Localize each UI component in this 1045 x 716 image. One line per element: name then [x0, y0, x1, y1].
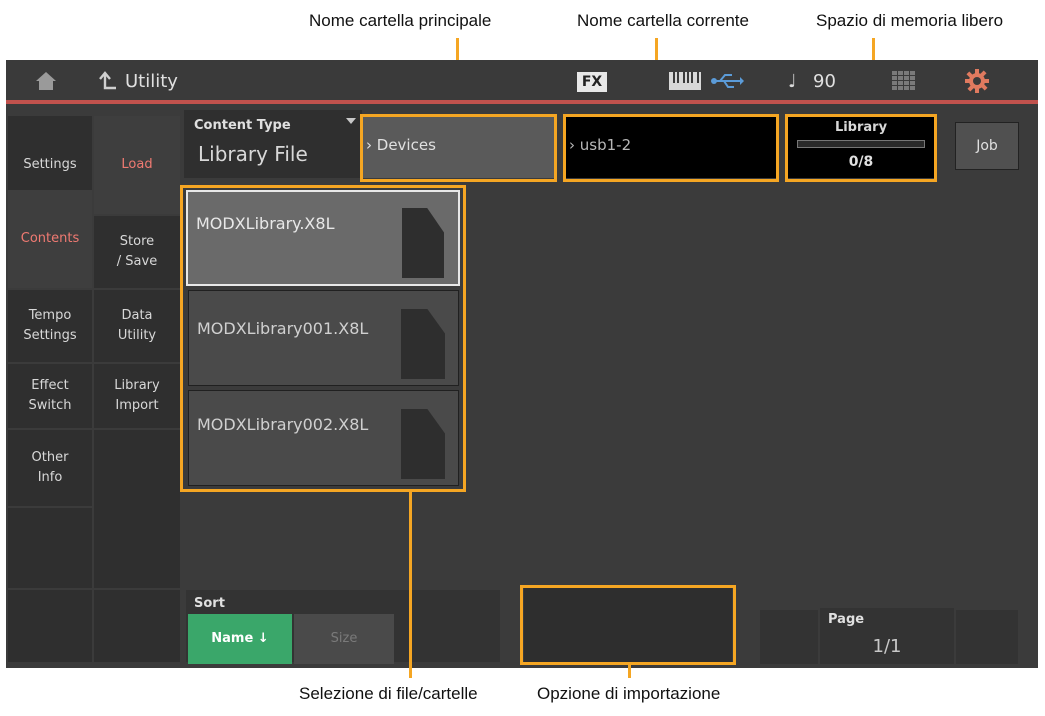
content-type-label: Content Type	[194, 118, 291, 133]
home-icon[interactable]	[34, 69, 58, 93]
note-icon: ♩	[788, 71, 797, 92]
nav-empty-1	[8, 508, 92, 588]
annotation-free-space: Spazio di memoria libero	[816, 11, 1004, 30]
tempo-value[interactable]: 90	[813, 71, 836, 92]
subnav-store-save[interactable]: Store / Save	[94, 216, 180, 288]
annotation-current-folder: Nome cartella corrente	[577, 11, 749, 30]
fx-icon[interactable]: FX	[577, 72, 607, 92]
leader-line	[409, 492, 412, 678]
subnav-empty-2	[94, 590, 180, 662]
leader-line	[628, 665, 631, 678]
annotation-import-option: Opzione di importazione	[537, 684, 721, 703]
keyboard-icon	[669, 72, 701, 90]
nav-other-info[interactable]: Other Info	[8, 430, 92, 506]
nav-contents[interactable]: Contents	[8, 190, 92, 288]
back-arrow-icon[interactable]	[96, 70, 118, 92]
sort-label: Sort	[194, 596, 225, 611]
nav-effect-switch[interactable]: Effect Switch	[8, 364, 92, 428]
nav-tempo-settings[interactable]: Tempo Settings	[8, 290, 92, 362]
page-indicator: Page 1/1	[820, 608, 954, 664]
highlight-free-space	[785, 114, 937, 182]
job-button[interactable]: Job	[955, 122, 1019, 170]
annotation-file-selection: Selezione di file/cartelle	[299, 684, 478, 703]
subnav-data-utility[interactable]: Data Utility	[94, 290, 180, 362]
highlight-current-folder	[563, 114, 779, 182]
subnav-empty-1	[94, 430, 180, 588]
highlight-parent-folder	[360, 114, 557, 182]
gear-icon[interactable]	[965, 69, 989, 93]
page-label: Page	[828, 612, 865, 627]
dropdown-triangle-icon	[346, 118, 356, 124]
subnav-library-import[interactable]: Library Import	[94, 364, 180, 428]
sort-name-button[interactable]: Name ↓	[188, 614, 292, 664]
grid-icon[interactable]	[892, 71, 916, 91]
usb-icon	[710, 72, 744, 90]
page-title: Utility	[125, 71, 178, 92]
page-prev-button[interactable]	[760, 610, 818, 664]
page-next-button[interactable]	[956, 610, 1018, 664]
sort-size-button[interactable]: Size	[294, 614, 394, 664]
top-bar-divider	[6, 100, 1038, 104]
highlight-import-option	[520, 585, 736, 665]
highlight-file-selection	[180, 185, 466, 492]
subnav-load[interactable]: Load	[94, 116, 180, 214]
content-type-selector[interactable]: Content Type Library File	[184, 110, 362, 178]
annotation-parent-folder: Nome cartella principale	[309, 11, 492, 30]
nav-empty-2	[8, 590, 92, 662]
page-value: 1/1	[872, 636, 902, 657]
content-type-value: Library File	[198, 142, 308, 166]
